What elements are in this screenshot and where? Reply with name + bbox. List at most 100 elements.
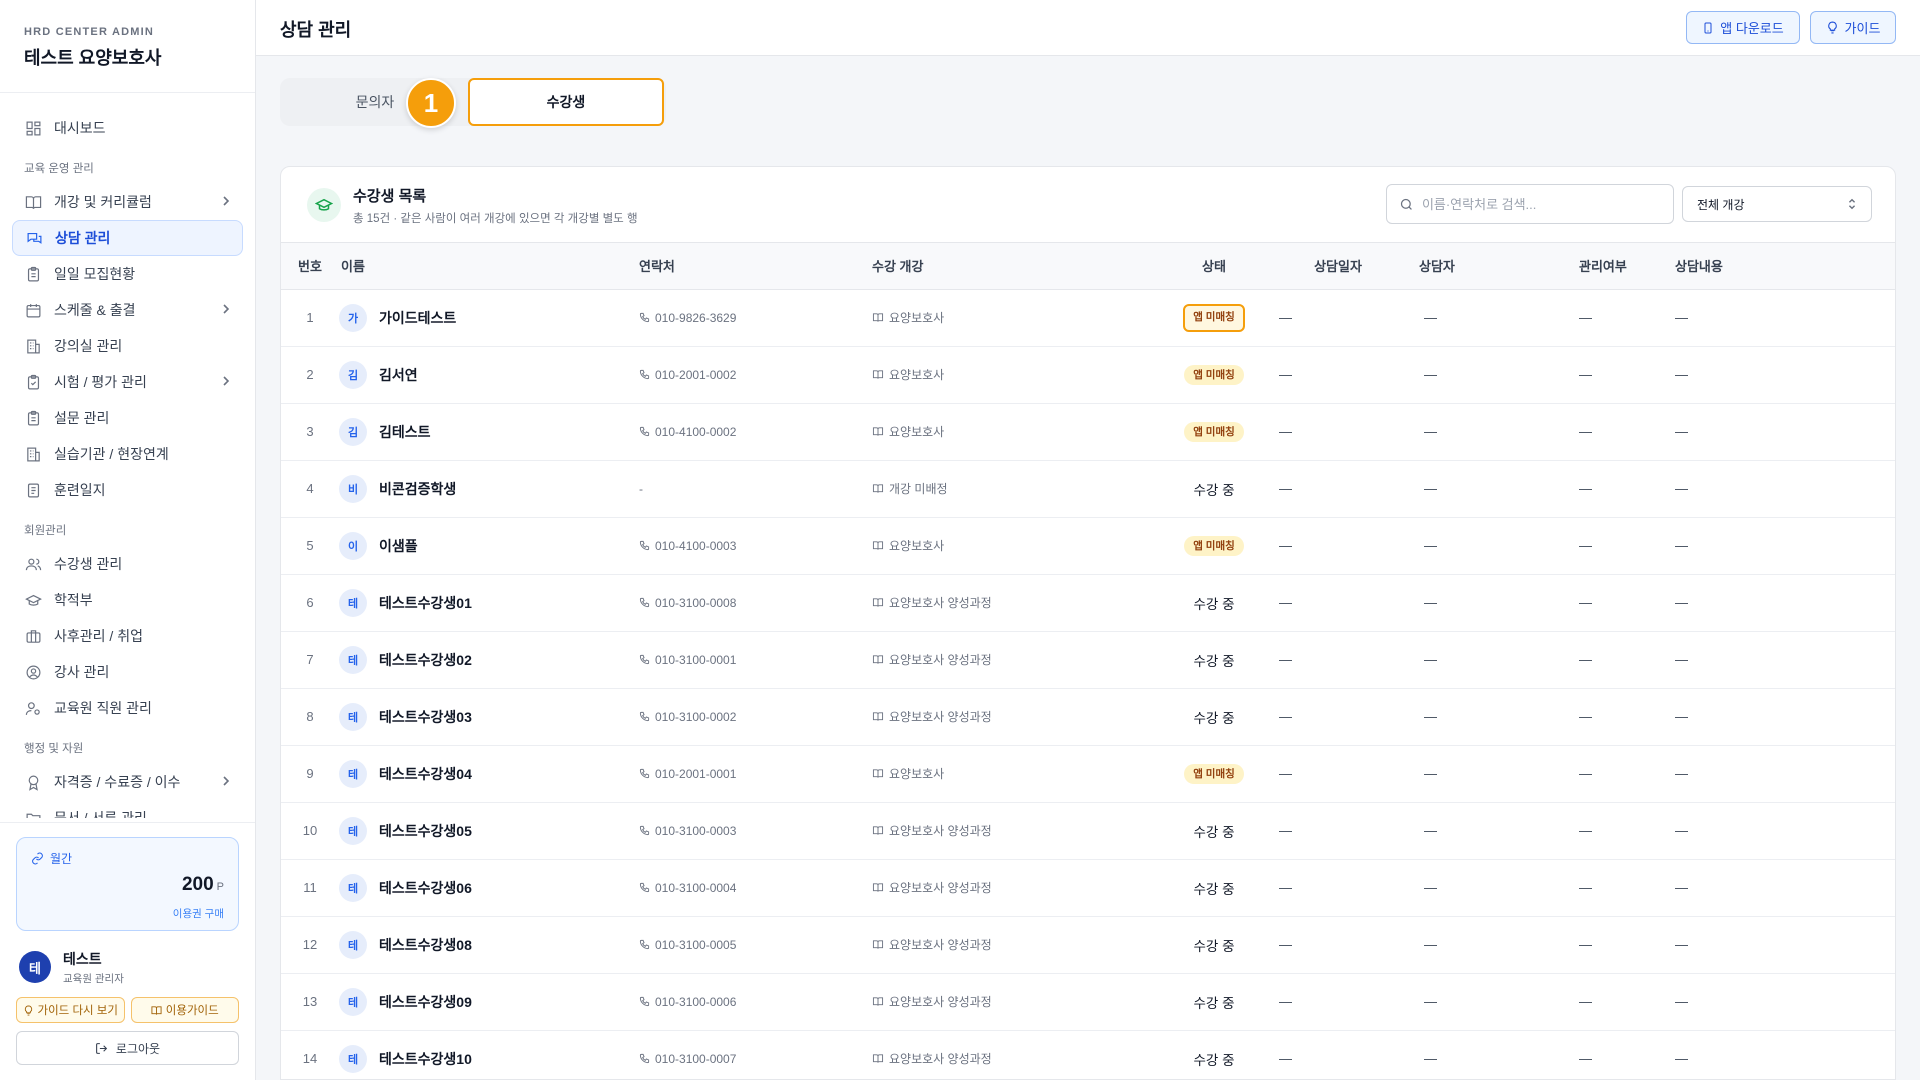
row-number: 14 xyxy=(281,1030,339,1079)
book-icon xyxy=(872,826,884,835)
table-row[interactable]: 12 테 테스트수강생08 010-3100-0005 요양보호사 양성과정 수강 중 — —… xyxy=(281,916,1895,974)
users-icon xyxy=(24,555,42,573)
sidebar-item[interactable]: 자격증 / 수료증 / 이수 xyxy=(12,764,243,800)
status-badge: 앱 미매칭 xyxy=(1184,364,1244,385)
sidebar-item[interactable]: 스케줄 & 출결 xyxy=(12,292,243,328)
sidebar-item-label: 교육원 직원 관리 xyxy=(54,700,152,716)
student-name: 테스트수강생06 xyxy=(379,879,472,896)
buy-pass-link[interactable]: 이용권 구매 xyxy=(173,906,224,921)
table-row[interactable]: 13 테 테스트수강생09 010-3100-0006 요양보호사 양성과정 수강 중 — —… xyxy=(281,973,1895,1031)
row-number: 10 xyxy=(281,802,339,860)
avatar: 테 xyxy=(339,1044,367,1073)
card-subtitle: 총 15건 · 같은 사람이 여러 개강에 있으면 각 개강별 별도 행 xyxy=(353,213,638,225)
search-input[interactable] xyxy=(1421,196,1661,212)
book-icon xyxy=(872,883,884,892)
sidebar-item-label: 문서 / 서류 관리 xyxy=(54,810,147,818)
avatar: 김 xyxy=(339,360,367,389)
empty-value: — xyxy=(1675,994,1688,1009)
sidebar-item[interactable]: 훈련일지 xyxy=(12,472,243,508)
top-header: 상담 관리 앱 다운로드 가이드 xyxy=(256,0,1920,56)
table-row[interactable]: 7 테 테스트수강생02 010-3100-0001 요양보호사 양성과정 수강 중 — — —… xyxy=(281,631,1895,689)
book-icon xyxy=(872,997,884,1006)
sidebar-item[interactable]: 강의실 관리 xyxy=(12,328,243,364)
guide-again-button[interactable]: 가이드 다시 보기 xyxy=(16,997,125,1023)
empty-value: — xyxy=(1424,481,1437,496)
sidebar-item[interactable]: 강사 관리 xyxy=(12,654,243,690)
empty-value: — xyxy=(1424,766,1437,781)
book-icon xyxy=(872,655,884,664)
table-row[interactable]: 3 김 김테스트 010-4100-0002 요양보호사 앱 미매칭 — — — — xyxy=(281,403,1895,461)
tab-students[interactable]: 수강생 xyxy=(468,78,664,126)
table-row[interactable]: 5 이 이샘플 010-4100-0003 요양보호사 앱 미매칭 — — — — xyxy=(281,517,1895,575)
sidebar-item[interactable]: 실습기관 / 현장연계 xyxy=(12,436,243,472)
student-name: 가이드테스트 xyxy=(379,309,457,326)
table-row[interactable]: 10 테 테스트수강생05 010-3100-0003 요양보호사 양성과정 수강 중 — —… xyxy=(281,802,1895,860)
sidebar-item[interactable]: 개강 및 커리큘럼 xyxy=(12,184,243,220)
sidebar-item-label: 설문 관리 xyxy=(54,410,110,426)
column-header: 관리여부 xyxy=(1557,243,1675,290)
sidebar-item[interactable]: 설문 관리 xyxy=(12,400,243,436)
empty-value: — xyxy=(1279,367,1292,382)
table-row[interactable]: 11 테 테스트수강생06 010-3100-0004 요양보호사 양성과정 수강 중 — —… xyxy=(281,859,1895,917)
book-icon xyxy=(151,1005,162,1015)
sidebar-item[interactable]: 학적부 xyxy=(12,582,243,618)
column-header: 상담일자 xyxy=(1279,243,1397,290)
table-header-row: 번호 이름 연락처 수강 개강 상태 상담일자 상담자 관리여부 상담내용 xyxy=(281,243,1895,290)
student-list-card: 수강생 목록 총 15건 · 같은 사람이 여러 개강에 있으면 각 개강별 별… xyxy=(280,166,1896,1080)
nav-section-label: 교육 운영 관리 xyxy=(24,163,94,175)
empty-value: — xyxy=(1579,652,1592,667)
table-row[interactable]: 1 가 가이드테스트 010-9826-3629 요양보호사 앱 미매칭 — — — — xyxy=(281,289,1895,347)
avatar: 테 xyxy=(339,873,367,902)
student-name: 테스트수강생01 xyxy=(379,594,472,611)
table-row[interactable]: 8 테 테스트수강생03 010-3100-0002 요양보호사 양성과정 수강 중 — — —… xyxy=(281,688,1895,746)
empty-value: — xyxy=(1675,424,1688,439)
sidebar-item-label: 훈련일지 xyxy=(54,482,106,498)
sidebar-item[interactable]: 상담 관리 xyxy=(12,220,243,256)
phone-icon xyxy=(639,654,650,665)
book-icon xyxy=(872,712,884,721)
empty-value: — xyxy=(1579,424,1592,439)
sidebar-item[interactable]: 사후관리 / 취업 xyxy=(12,618,243,654)
table-row[interactable]: 6 테 테스트수강생01 010-3100-0008 요양보호사 양성과정 수강 중 — — —… xyxy=(281,574,1895,632)
table-row[interactable]: 2 김 김서연 010-2001-0002 요양보호사 앱 미매칭 — — — — xyxy=(281,346,1895,404)
status-text: 수강 중 xyxy=(1193,824,1235,840)
usage-guide-button[interactable]: 이용가이드 xyxy=(130,997,239,1023)
sidebar-item-label: 개강 및 커리큘럼 xyxy=(54,194,152,210)
phone-icon xyxy=(639,825,650,836)
sidebar-item[interactable]: 교육원 직원 관리 xyxy=(12,690,243,726)
empty-value: — xyxy=(1279,1051,1292,1066)
sidebar-item[interactable]: 대시보드 xyxy=(12,110,243,146)
sidebar-item-label: 상담 관리 xyxy=(55,230,111,246)
status-badge: 앱 미매칭 xyxy=(1184,535,1244,556)
table-row[interactable]: 4 비 비콘검증학생 - 개강 미배정 수강 중 — — — — xyxy=(281,460,1895,518)
guide-button[interactable]: 가이드 xyxy=(1810,11,1896,44)
empty-value: — xyxy=(1675,595,1688,610)
card-header: 수강생 목록 총 15건 · 같은 사람이 여러 개강에 있으면 각 개강별 별… xyxy=(281,167,1895,243)
course-name: 요양보호사 xyxy=(889,425,945,439)
column-header: 번호 xyxy=(281,243,339,290)
course-filter-select[interactable]: 전체 개강 xyxy=(1682,186,1872,222)
app-download-button[interactable]: 앱 다운로드 xyxy=(1686,11,1800,44)
table-row[interactable]: 14 테 테스트수강생10 010-3100-0007 요양보호사 양성과정 수강 중 — —… xyxy=(281,1030,1895,1079)
sidebar: HRD CENTER ADMIN 테스트 요양보호사 대시보드 교육 운영 관리 개… xyxy=(0,0,256,1080)
sidebar-item[interactable]: 시험 / 평가 관리 xyxy=(12,364,243,400)
book-icon xyxy=(872,541,884,550)
sidebar-item[interactable]: 일일 모집현황 xyxy=(12,256,243,292)
student-name: 테스트수강생02 xyxy=(379,651,472,668)
sidebar-item-label: 대시보드 xyxy=(54,120,106,136)
empty-value: — xyxy=(1424,937,1437,952)
empty-value: — xyxy=(1424,538,1437,553)
user-name: 테스트 xyxy=(63,950,102,967)
brand-title: 테스트 요양보호사 xyxy=(24,48,162,68)
sidebar-item-label: 스케줄 & 출결 xyxy=(54,302,136,318)
nav-section-label: 회원관리 xyxy=(24,525,67,537)
book-icon xyxy=(872,598,884,607)
table-row[interactable]: 9 테 테스트수강생04 010-2001-0001 요양보호사 앱 미매칭 — — — — xyxy=(281,745,1895,803)
logout-button[interactable]: 로그아웃 xyxy=(16,1031,239,1065)
sidebar-item[interactable]: 수강생 관리 xyxy=(12,546,243,582)
empty-value: — xyxy=(1579,766,1592,781)
sidebar-item[interactable]: 문서 / 서류 관리 xyxy=(12,800,243,818)
empty-value: — xyxy=(1279,538,1292,553)
book-icon xyxy=(872,1054,884,1063)
course-name: 요양보호사 양성과정 xyxy=(889,653,992,667)
